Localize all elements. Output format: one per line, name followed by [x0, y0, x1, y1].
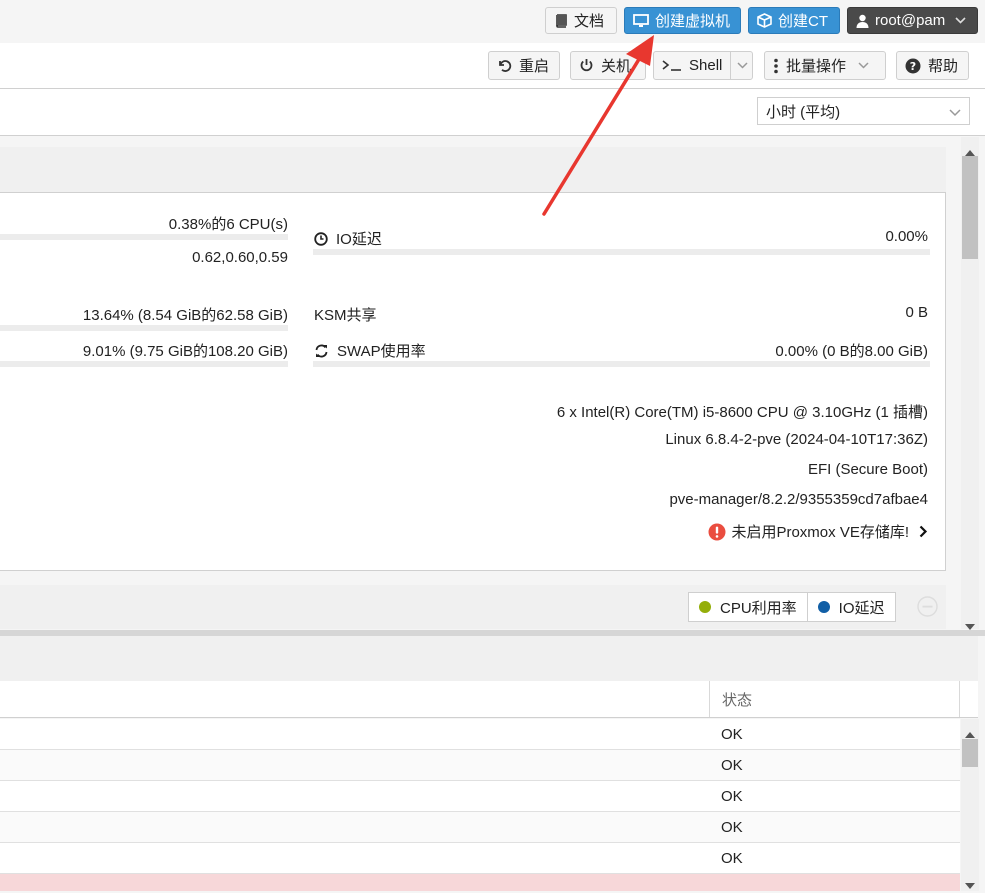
shutdown-button[interactable]: 关机	[570, 51, 646, 80]
manager-version-value: pve-manager/8.2.2/9355359cd7afbae4	[669, 491, 928, 508]
vertical-ellipsis-icon	[773, 58, 779, 74]
chevron-down-icon	[955, 17, 966, 24]
swap-value: 0.00% (0 B的8.00 GiB)	[775, 343, 928, 360]
main-scrollbar[interactable]	[961, 137, 979, 630]
legend-item-io[interactable]: IO延迟	[806, 593, 895, 621]
cpu-usage-value: 0.38%的6 CPU(s)	[168, 216, 288, 233]
cpu-chart-header: CPU利用率 IO延迟	[0, 585, 946, 629]
scrollbar-thumb[interactable]	[962, 739, 978, 767]
chevron-down-icon	[949, 104, 961, 121]
scroll-down-icon	[965, 876, 975, 893]
io-delay-label: IO延迟	[336, 231, 382, 248]
status-column-label: 状态	[722, 691, 753, 709]
cpu-model-value: 6 x Intel(R) Core(TM) i5-8600 CPU @ 3.10…	[556, 404, 928, 421]
table-row-warning[interactable]	[0, 874, 960, 891]
user-menu-button[interactable]: root@pam	[847, 7, 978, 34]
book-icon	[554, 13, 568, 28]
table-row[interactable]: OK	[0, 750, 960, 781]
root-disk-usage-value: 9.01% (9.75 GiB的108.20 GiB)	[82, 343, 288, 360]
timeframe-select[interactable]: 小时 (平均)	[757, 97, 970, 125]
table-row[interactable]: OK	[0, 781, 960, 812]
table-row[interactable]: OK	[0, 843, 960, 874]
user-icon	[856, 14, 869, 28]
cpu-usage-bar	[0, 234, 288, 240]
monitor-icon	[633, 13, 649, 28]
repository-warning-text: 未启用Proxmox VE存储库!	[731, 524, 909, 541]
kernel-version-value: Linux 6.8.4-2-pve (2024-04-10T17:36Z)	[665, 431, 928, 448]
table-row[interactable]: OK	[0, 719, 960, 750]
collapse-minus-icon[interactable]	[917, 596, 938, 621]
io-delay-label-wrap: IO延迟	[314, 228, 382, 249]
create-ct-button[interactable]: 创建CT	[748, 7, 840, 34]
chevron-right-icon	[919, 525, 928, 538]
user-label: root@pam	[875, 12, 946, 29]
status-column-header[interactable]: 状态	[709, 681, 959, 717]
load-average-value: 0.62,0.60,0.59	[192, 249, 288, 266]
memory-usage-bar	[0, 325, 288, 331]
status-cell: OK	[721, 818, 743, 836]
cube-icon	[757, 13, 772, 28]
ksm-value: 0 B	[905, 304, 928, 321]
node-toolbar: 重启 关机 Shell 批量操作 ? 帮助	[0, 43, 985, 89]
reboot-button[interactable]: 重启	[488, 51, 560, 80]
timeframe-bar: 小时 (平均)	[0, 89, 985, 136]
clock-icon	[314, 231, 328, 246]
help-label: 帮助	[928, 58, 959, 75]
ksm-label: KSM共享	[314, 307, 377, 324]
swap-label: SWAP使用率	[337, 343, 426, 360]
status-cell: OK	[721, 787, 743, 805]
table-header: 状态	[0, 681, 978, 718]
create-vm-label: 创建虚拟机	[655, 13, 731, 30]
memory-usage-value: 13.64% (8.54 GiB的62.58 GiB)	[82, 307, 288, 324]
shell-dropdown-toggle[interactable]	[730, 52, 748, 79]
shell-button[interactable]: Shell	[653, 51, 753, 80]
repository-status[interactable]: 未启用Proxmox VE存储库!	[708, 521, 928, 542]
swap-bar	[313, 361, 930, 367]
status-cell: OK	[721, 849, 743, 867]
table-scrollbar[interactable]	[961, 719, 979, 891]
docs-button[interactable]: 文档	[545, 7, 617, 34]
chart-legend: CPU利用率 IO延迟	[688, 592, 896, 622]
undo-icon	[497, 58, 512, 73]
table-row[interactable]: OK	[0, 812, 960, 843]
legend-item-cpu[interactable]: CPU利用率	[689, 593, 807, 621]
shutdown-label: 关机	[601, 58, 632, 75]
svg-text:?: ?	[910, 60, 916, 73]
terminal-icon	[662, 59, 682, 72]
boot-mode-value: EFI (Secure Boot)	[807, 461, 928, 478]
cpu-series-swatch	[699, 601, 711, 613]
lower-panel-header	[0, 636, 978, 682]
docs-label: 文档	[574, 13, 605, 30]
shell-label: Shell	[689, 57, 723, 74]
status-panel-header	[0, 147, 946, 192]
column-header-filler	[959, 681, 979, 717]
chevron-down-icon	[858, 62, 869, 69]
chevron-down-icon	[737, 62, 748, 69]
reboot-label: 重启	[519, 58, 550, 75]
bulk-actions-label: 批量操作	[786, 58, 847, 75]
exclamation-circle-icon	[708, 523, 726, 541]
root-disk-usage-bar	[0, 361, 288, 367]
bulk-actions-button[interactable]: 批量操作	[764, 51, 886, 80]
scrollbar-thumb[interactable]	[962, 156, 978, 259]
timeframe-value: 小时 (平均)	[766, 103, 841, 121]
legend-cpu-label: CPU利用率	[720, 599, 797, 617]
status-panel: 0.38%的6 CPU(s) 0.62,0.60,0.59 IO延迟 0.00%…	[0, 192, 946, 571]
io-delay-value: 0.00%	[885, 228, 928, 245]
swap-label-wrap: SWAP使用率	[314, 340, 426, 361]
status-cell: OK	[721, 756, 743, 774]
power-icon	[579, 58, 594, 73]
help-button[interactable]: ? 帮助	[896, 51, 969, 80]
question-circle-icon: ?	[905, 58, 921, 74]
io-delay-bar	[313, 249, 930, 255]
refresh-icon	[314, 344, 329, 358]
status-cell: OK	[721, 725, 743, 743]
top-header: 文档 创建虚拟机 创建CT root@pam	[0, 0, 985, 44]
legend-io-label: IO延迟	[838, 599, 885, 617]
create-vm-button[interactable]: 创建虚拟机	[624, 7, 741, 34]
create-ct-label: 创建CT	[778, 13, 828, 30]
io-series-swatch	[817, 601, 830, 613]
